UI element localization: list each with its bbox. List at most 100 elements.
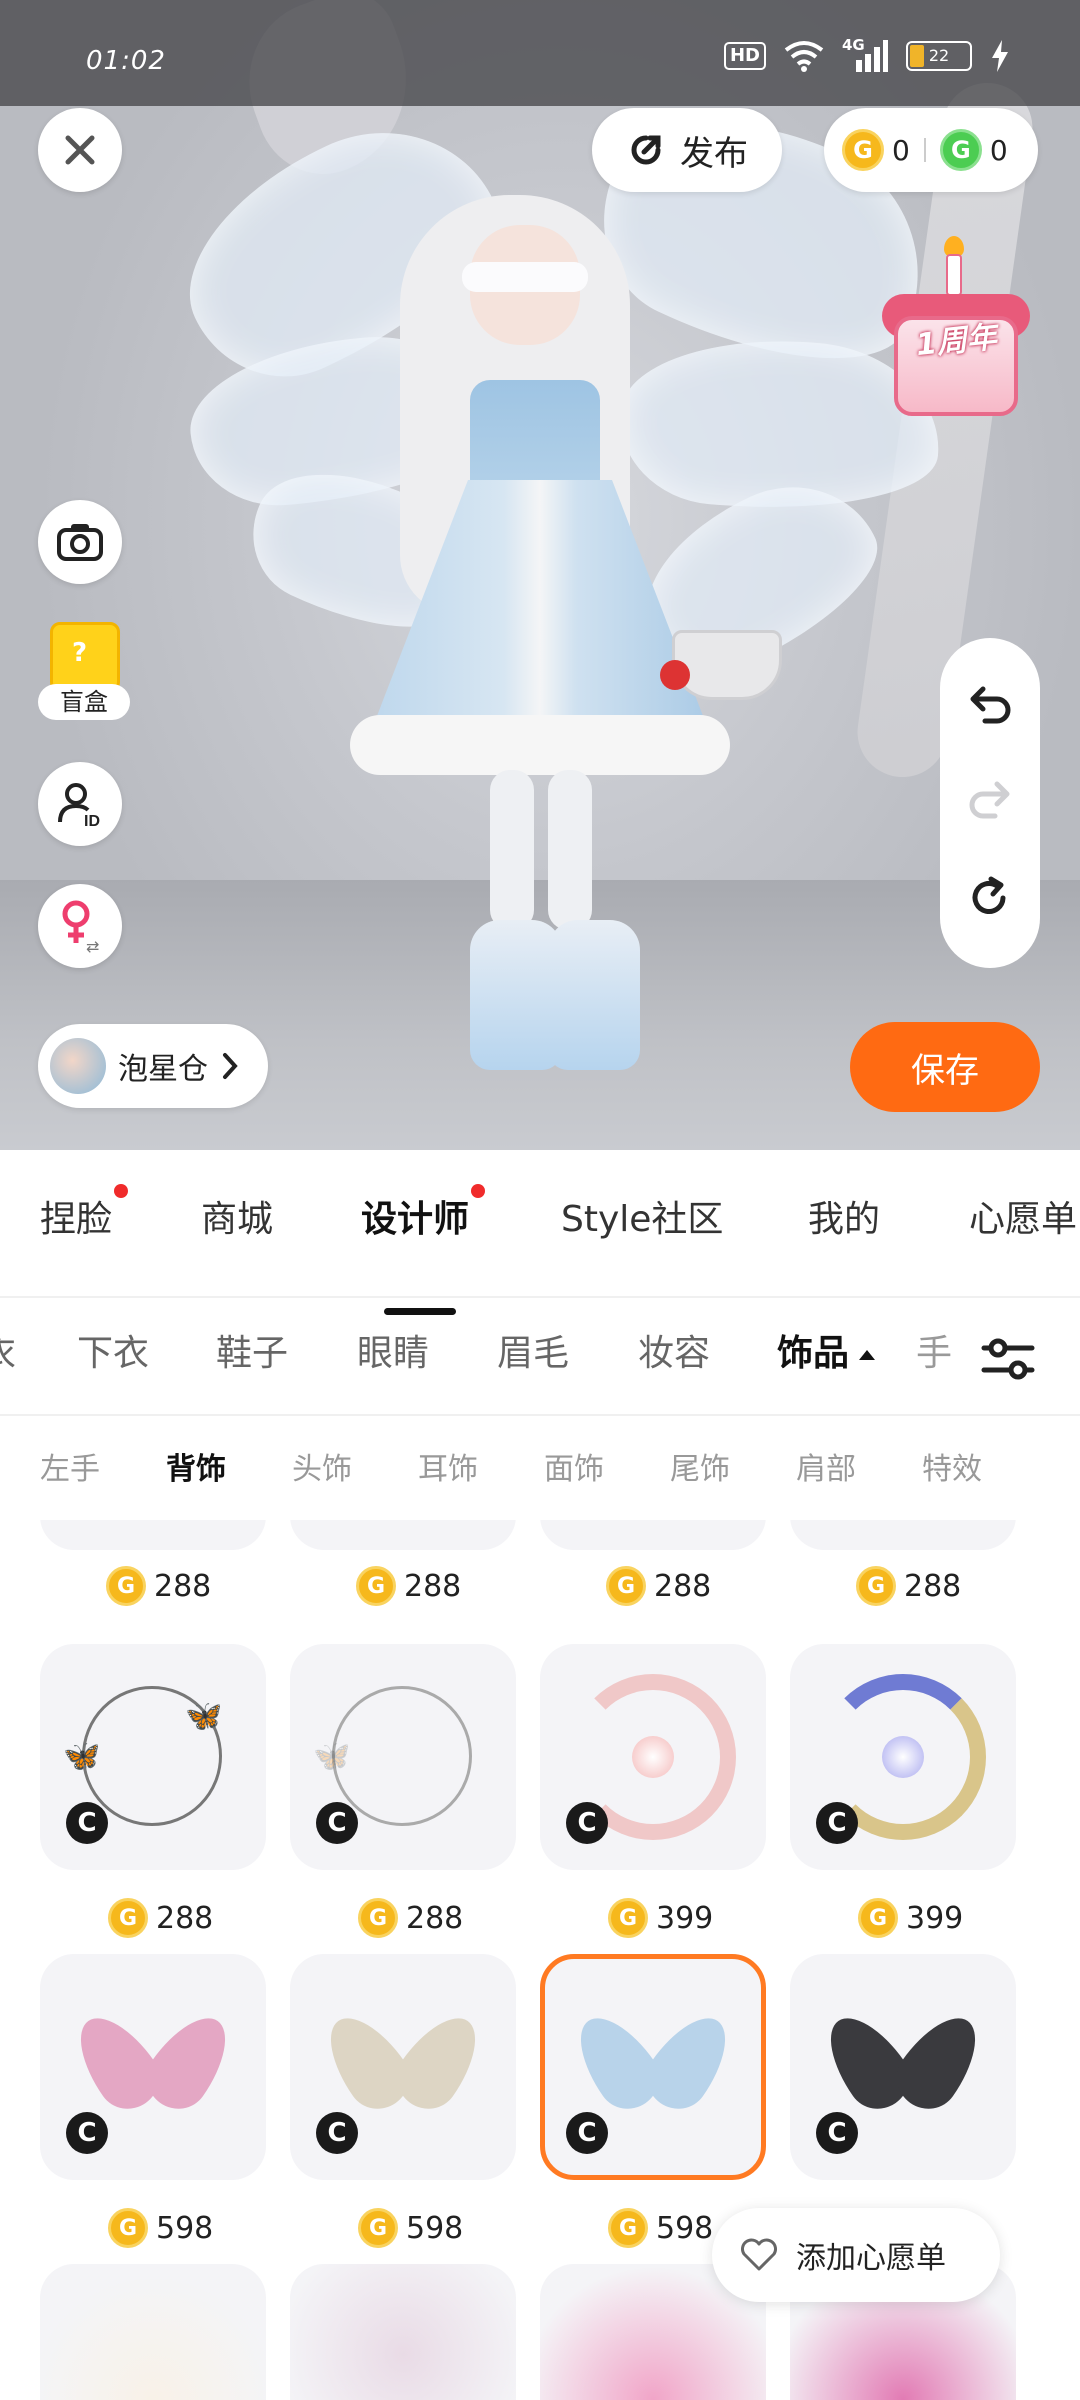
status-bar: 01:02 HD 4G 22 — [0, 0, 1080, 106]
category-tabs: 衣 下衣 鞋子 眼睛 眉毛 妆容 饰品 手 — [0, 1326, 1080, 1416]
subtab-tail[interactable]: 尾饰 — [670, 1444, 730, 1488]
publish-button[interactable]: 发布 — [592, 108, 782, 192]
category-tab-bottoms[interactable]: 下衣 — [77, 1326, 149, 1382]
gold-coin-icon: G — [842, 129, 884, 171]
tab-wishlist[interactable]: 心愿单 — [969, 1190, 1077, 1242]
item-price: G 598 — [108, 2208, 213, 2248]
price-value: 598 — [156, 2210, 214, 2246]
gender-switch-button[interactable]: ⇄ — [38, 884, 122, 968]
subtab-effects[interactable]: 特效 — [922, 1444, 982, 1488]
subcategory-tabs: 左手 背饰 头饰 耳饰 面饰 尾饰 肩部 特效 — [0, 1444, 1080, 1504]
price-value: 598 — [406, 2210, 464, 2246]
subtab-left-hand[interactable]: 左手 — [40, 1444, 100, 1488]
category-tab-makeup[interactable]: 妆容 — [638, 1326, 710, 1382]
blind-box-button[interactable]: ? 盲盒 — [38, 622, 130, 722]
wing-right — [884, 2003, 994, 2121]
moon-orb — [632, 1736, 674, 1778]
item-price: G 288 — [606, 1566, 711, 1606]
tab-designer-label: 设计师 — [361, 1199, 470, 1240]
close-icon — [65, 135, 95, 165]
category-tab-eyebrows[interactable]: 眉毛 — [497, 1326, 569, 1382]
item-price: G 288 — [358, 1898, 463, 1938]
profile-id-button[interactable]: ID — [38, 762, 122, 846]
blind-box-label: 盲盒 — [38, 684, 130, 720]
question-mark-icon: ? — [72, 638, 88, 668]
tab-face-label: 捏脸 — [40, 1199, 113, 1240]
item-thumbnail: 🦋 🦋 C — [40, 1644, 266, 1870]
status-icons: HD 4G 22 — [723, 36, 1010, 72]
item-thumbnail: C — [540, 1954, 766, 2180]
redo-icon[interactable] — [967, 780, 1013, 820]
item-price: G 399 — [858, 1898, 963, 1938]
storage-label: 泡星仓 — [118, 1052, 208, 1087]
price-value: 288 — [904, 1568, 962, 1604]
price-value: 288 — [406, 1900, 464, 1936]
item-price: G 288 — [356, 1566, 461, 1606]
currency-balance[interactable]: G 0 G 0 — [824, 108, 1038, 192]
publish-label: 发布 — [680, 133, 748, 174]
subtab-face[interactable]: 面饰 — [544, 1444, 604, 1488]
category-tab-hands[interactable]: 手 — [916, 1326, 952, 1382]
price-value: 399 — [906, 1900, 964, 1936]
close-button[interactable] — [38, 108, 122, 192]
character-basket — [672, 630, 782, 700]
active-tab-indicator — [384, 1308, 456, 1315]
category-tab-tops[interactable]: 衣 — [0, 1326, 16, 1382]
anniversary-cake-banner[interactable]: 1周年 — [876, 236, 1036, 436]
gold-coin-balance: 0 — [892, 133, 910, 167]
filter-button[interactable] — [980, 1334, 1040, 1384]
butterfly-ring-art: 🦋 — [313, 1686, 472, 1826]
tab-mine[interactable]: 我的 — [808, 1190, 880, 1242]
basket-bow — [660, 660, 690, 690]
creator-badge: C — [66, 1802, 108, 1844]
gold-coin-icon: G — [608, 2208, 648, 2248]
cell-signal-icon: 4G — [842, 36, 888, 72]
green-coin-icon: G — [939, 129, 982, 171]
subtab-back[interactable]: 背饰 — [166, 1444, 226, 1488]
category-tab-eyes[interactable]: 眼睛 — [357, 1326, 429, 1382]
camera-button[interactable] — [38, 500, 122, 584]
subtab-shoulder[interactable]: 肩部 — [796, 1444, 856, 1488]
creator-badge: C — [566, 2112, 608, 2154]
price-value: 399 — [656, 1900, 714, 1936]
gold-coin-icon: G — [606, 1566, 646, 1606]
add-to-wishlist-button[interactable]: 添加心愿单 — [712, 2208, 1000, 2302]
divider — [0, 1296, 1080, 1298]
divider — [0, 1414, 1080, 1416]
tab-mine-label: 我的 — [808, 1199, 881, 1240]
heart-icon — [741, 2238, 777, 2271]
subtab-head[interactable]: 头饰 — [292, 1444, 352, 1488]
storage-button[interactable]: 泡星仓 — [38, 1024, 268, 1108]
category-tab-accessories[interactable]: 饰品 — [777, 1326, 876, 1382]
item-thumbnail — [40, 2264, 266, 2400]
caret-up-icon — [859, 1350, 876, 1360]
moon-orb — [882, 1736, 924, 1778]
gold-coin-icon: G — [106, 1566, 146, 1606]
creator-badge: C — [316, 1802, 358, 1844]
notification-dot — [471, 1184, 486, 1198]
item-thumbnail: 🦋 C — [290, 1644, 516, 1870]
category-tab-shoes[interactable]: 鞋子 — [216, 1326, 288, 1382]
reset-icon[interactable] — [967, 875, 1013, 921]
main-tabs: 捏脸 商城 设计师 Style社区 我的 心愿单 — [0, 1184, 1080, 1315]
user-id-icon: ID — [58, 783, 100, 828]
tab-designer[interactable]: 设计师 — [361, 1184, 486, 1242]
tab-mall-label: 商城 — [201, 1199, 274, 1240]
subtab-ear[interactable]: 耳饰 — [418, 1444, 478, 1488]
item-thumbnail — [540, 1520, 766, 1550]
price-value: 288 — [156, 1900, 214, 1936]
hd-icon: HD — [723, 42, 766, 70]
tab-style-community[interactable]: Style社区 — [561, 1190, 723, 1242]
undo-icon[interactable] — [967, 685, 1013, 725]
save-button[interactable]: 保存 — [850, 1022, 1040, 1112]
tab-mall[interactable]: 商城 — [201, 1190, 273, 1242]
battery-icon: 22 — [906, 41, 972, 71]
character-leg — [490, 770, 534, 930]
wishlist-label: 添加心愿单 — [796, 2241, 946, 2276]
character-boot — [548, 920, 640, 1070]
item-price: G 288 — [108, 1898, 213, 1938]
gold-coin-icon: G — [358, 2208, 398, 2248]
item-thumbnail: C — [40, 1954, 266, 2180]
item-price: G 598 — [608, 2208, 713, 2248]
tab-face[interactable]: 捏脸 — [40, 1184, 129, 1242]
